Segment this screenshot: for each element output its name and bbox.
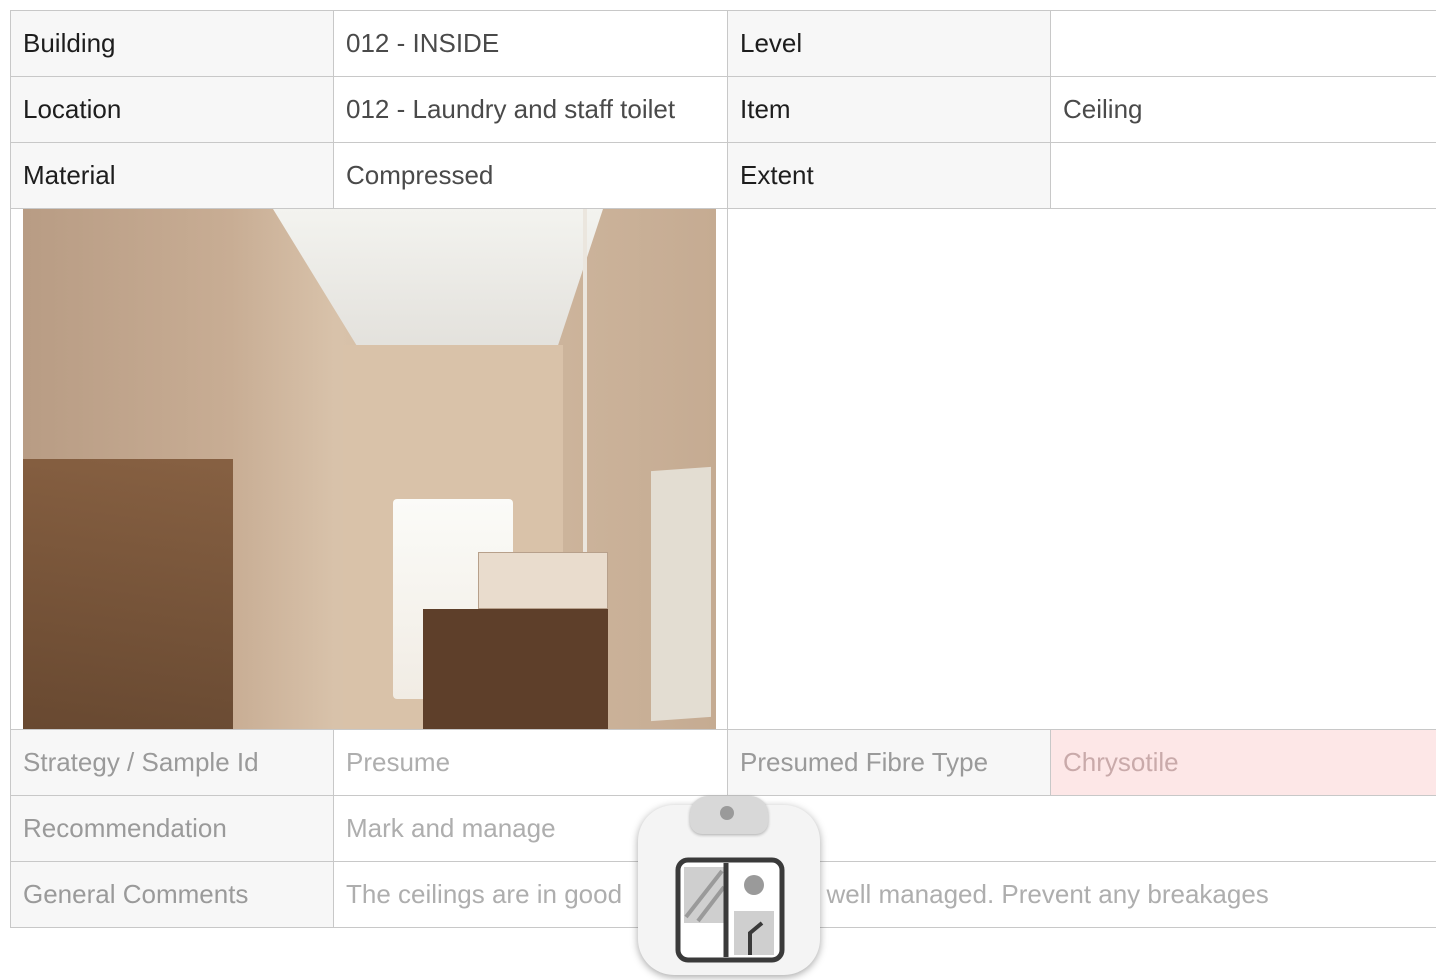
location-label: Location <box>11 77 334 143</box>
table-row: Location 012 - Laundry and staff toilet … <box>11 77 1436 143</box>
item-label: Item <box>728 77 1051 143</box>
photo-box <box>478 552 608 609</box>
photo-row <box>11 209 1436 730</box>
strategy-label: Strategy / Sample Id <box>11 730 334 796</box>
comments-label: General Comments <box>11 862 334 928</box>
location-photo[interactable] <box>23 209 716 729</box>
fibre-type-label: Presumed Fibre Type <box>728 730 1051 796</box>
fibre-type-value: Chrysotile <box>1051 730 1436 796</box>
item-value: Ceiling <box>1051 77 1436 143</box>
location-value: 012 - Laundry and staff toilet <box>334 77 728 143</box>
clipboard-tab-dot <box>720 806 734 820</box>
material-label: Material <box>11 143 334 209</box>
comments-text-start: The ceilings are in good <box>346 879 622 909</box>
level-label: Level <box>728 11 1051 77</box>
table-row: Material Compressed Extent <box>11 143 1436 209</box>
building-label: Building <box>11 11 334 77</box>
photo-cabinet <box>423 609 608 729</box>
level-value <box>1051 11 1436 77</box>
extent-label: Extent <box>728 143 1051 209</box>
asbestos-register-table: Building 012 - INSIDE Level Location 012… <box>10 10 1436 928</box>
recommendation-label: Recommendation <box>11 796 334 862</box>
photo-shelf <box>23 459 233 729</box>
comments-text-end: is well managed. Prevent any breakages <box>801 879 1269 909</box>
photo-poster <box>651 467 711 721</box>
building-value: 012 - INSIDE <box>334 11 728 77</box>
comments-value: The ceilings are in good is well managed… <box>334 862 1436 928</box>
table-row: Strategy / Sample Id Presume Presumed Fi… <box>11 730 1436 796</box>
extent-value <box>1051 143 1436 209</box>
strategy-value: Presume <box>334 730 728 796</box>
photo-side-empty <box>728 209 1436 730</box>
photo-ceiling <box>273 209 603 349</box>
table-row: Building 012 - INSIDE Level <box>11 11 1436 77</box>
material-value: Compressed <box>334 143 728 209</box>
recommendation-value: Mark and manage <box>334 796 1436 862</box>
photo-cell <box>11 209 728 730</box>
